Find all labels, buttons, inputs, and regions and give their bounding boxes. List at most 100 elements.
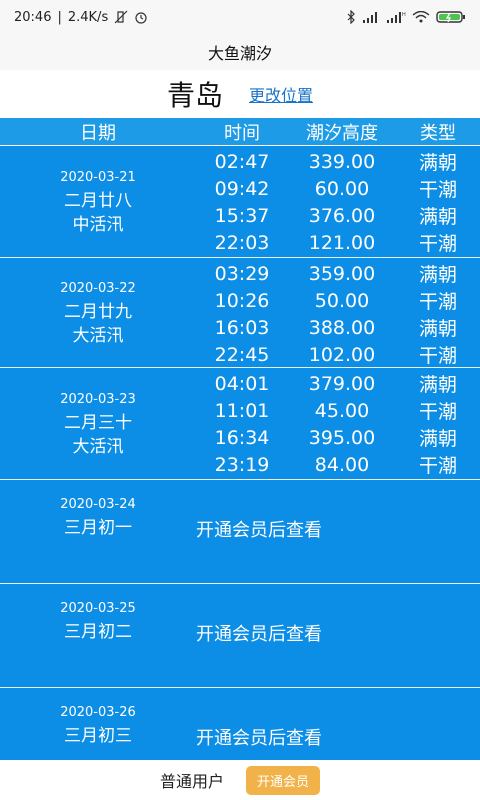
day-info: 2020-03-21 二月廿八 中活汛	[0, 146, 196, 257]
open-vip-button[interactable]: 开通会员	[246, 765, 321, 795]
day-date: 2020-03-26	[60, 705, 136, 720]
tide-row: 22:45 102.00 干潮	[196, 341, 480, 368]
mute-icon	[114, 10, 128, 24]
day-tide-phase: 大活汛	[72, 436, 124, 457]
tide-time: 04:01	[214, 372, 270, 395]
day-tide-phase: 中活汛	[72, 214, 124, 235]
day-lunar: 三月初一	[64, 518, 132, 538]
tide-type: 干潮	[418, 401, 457, 423]
tide-type: 满朝	[418, 206, 457, 228]
day-info: 2020-03-23 二月三十 大活汛	[0, 368, 196, 479]
header-type: 类型	[420, 122, 456, 144]
tide-height: 60.00	[314, 177, 370, 200]
hd-signal-icon: HD	[387, 12, 406, 23]
tide-row: 22:03 121.00 干潮	[196, 229, 480, 256]
tide-row: 03:29 359.00 满朝	[196, 260, 480, 287]
day-date: 2020-03-25	[60, 601, 136, 616]
tide-row: 11:01 45.00 干潮	[196, 397, 480, 424]
network-speed: 2.4K/s	[67, 9, 109, 25]
tide-height: 45.00	[314, 399, 370, 422]
header-height: 潮汐高度	[306, 122, 378, 144]
day-info: 2020-03-22 二月廿九 大活汛	[0, 258, 196, 367]
location-row: 青岛 更改位置	[0, 70, 480, 118]
bottom-bar: 普通用户 开通会员	[0, 760, 480, 800]
tide-time: 09:42	[214, 177, 270, 200]
tide-type: 满朝	[418, 264, 457, 286]
user-type-label: 普通用户	[159, 772, 224, 791]
day-info: 2020-03-25 三月初二	[0, 598, 196, 644]
tide-height: 388.00	[308, 316, 376, 339]
battery-charging-icon	[436, 11, 465, 23]
tide-day: 2020-03-23 二月三十 大活汛 04:01 379.00 满朝 11:01 4…	[0, 368, 480, 480]
tide-day: 2020-03-22 二月廿九 大活汛 03:29 359.00 满朝 10:26 5…	[0, 258, 480, 368]
svg-text:HD: HD	[402, 12, 406, 18]
day-date: 2020-03-24	[60, 497, 136, 512]
tide-row: 16:03 388.00 满朝	[196, 314, 480, 341]
tide-type: 干潮	[418, 233, 457, 255]
tide-type: 干潮	[418, 345, 457, 367]
tide-row: 16:34 395.00 满朝	[196, 424, 480, 451]
vip-lock-message[interactable]: 开通会员后查看	[196, 724, 322, 750]
tide-time: 03:29	[214, 262, 270, 285]
tide-row: 10:26 50.00 干潮	[196, 287, 480, 314]
tide-type: 干潮	[418, 291, 457, 313]
day-date: 2020-03-23	[60, 391, 136, 407]
tide-time: 23:19	[214, 453, 270, 476]
tide-type: 满朝	[418, 152, 457, 174]
locked-day: 2020-03-26 三月初三 开通会员后查看	[0, 688, 480, 760]
tide-height: 359.00	[308, 262, 376, 285]
locked-day: 2020-03-24 三月初一 开通会员后查看	[0, 480, 480, 584]
day-info: 2020-03-26 三月初三	[0, 702, 196, 748]
tide-height: 84.00	[314, 453, 370, 476]
tide-height: 379.00	[308, 372, 376, 395]
alarm-icon	[135, 12, 147, 24]
day-lunar: 二月三十	[64, 412, 132, 433]
signal-icon	[363, 12, 377, 23]
tide-type: 满朝	[418, 428, 457, 450]
tide-height: 121.00	[308, 231, 376, 254]
change-location-link[interactable]: 更改位置	[249, 82, 313, 106]
tide-height: 50.00	[314, 289, 370, 312]
tide-height: 376.00	[308, 204, 376, 227]
tide-height: 339.00	[308, 150, 376, 173]
vip-lock-message[interactable]: 开通会员后查看	[196, 620, 322, 646]
table-header: 日期 时间 潮汐高度 类型	[0, 118, 480, 146]
wifi-icon	[412, 11, 430, 23]
day-lunar: 二月廿八	[64, 190, 132, 211]
tide-time: 22:03	[214, 231, 270, 254]
app-title: 大鱼潮汐	[207, 44, 272, 63]
locked-day: 2020-03-25 三月初二 开通会员后查看	[0, 584, 480, 688]
tide-day: 2020-03-21 二月廿八 中活汛 02:47 339.00 满朝 09:42 6…	[0, 146, 480, 258]
tide-time: 16:34	[214, 426, 270, 449]
tide-row: 02:47 339.00 满朝	[196, 148, 480, 175]
tide-row: 09:42 60.00 干潮	[196, 175, 480, 202]
tide-time: 02:47	[214, 150, 270, 173]
tide-height: 395.00	[308, 426, 376, 449]
status-bar: 20:46 | 2.4K/s HD	[0, 0, 480, 34]
day-lunar: 三月初三	[64, 726, 132, 746]
tide-type: 干潮	[418, 455, 457, 477]
day-info: 2020-03-24 三月初一	[0, 494, 196, 540]
tide-type: 满朝	[418, 318, 457, 340]
day-lunar: 三月初二	[64, 622, 132, 642]
day-lunar: 二月廿九	[64, 301, 132, 322]
header-time: 时间	[224, 122, 260, 144]
day-date: 2020-03-21	[60, 169, 136, 185]
tide-row: 23:19 84.00 干潮	[196, 451, 480, 478]
tide-row: 15:37 376.00 满朝	[196, 202, 480, 229]
tide-time: 10:26	[214, 289, 270, 312]
tide-time: 22:45	[214, 343, 270, 366]
app-title-bar: 大鱼潮汐	[0, 34, 480, 70]
tide-type: 干潮	[418, 179, 457, 201]
header-date: 日期	[80, 122, 116, 144]
tide-time: 16:03	[214, 316, 270, 339]
day-date: 2020-03-22	[60, 280, 136, 296]
tide-height: 102.00	[308, 343, 376, 366]
vip-lock-message[interactable]: 开通会员后查看	[196, 516, 322, 542]
bluetooth-icon	[347, 10, 355, 24]
tide-time: 11:01	[214, 399, 270, 422]
tide-time: 15:37	[214, 204, 270, 227]
tide-type: 满朝	[418, 374, 457, 396]
status-time: 20:46	[14, 9, 52, 25]
tide-row: 04:01 379.00 满朝	[196, 370, 480, 397]
